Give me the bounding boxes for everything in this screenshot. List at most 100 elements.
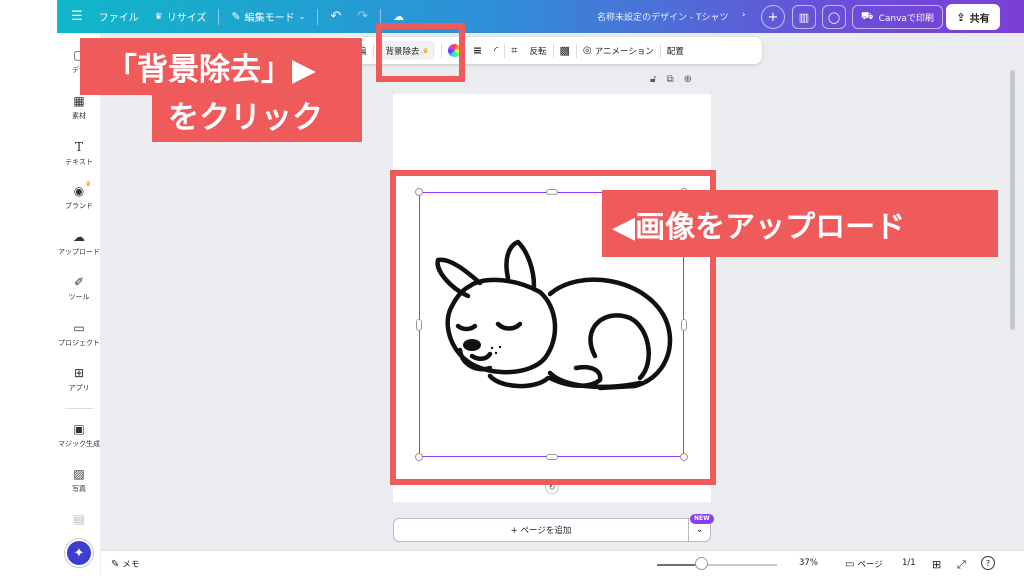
position-label: 配置 [666,46,684,57]
grid-view-button[interactable]: ⊞ [932,558,941,571]
cloud-check-icon: ☁ [393,10,405,23]
insights-button[interactable]: ▥ [792,5,816,29]
sparkle-icon: ✦ [73,545,85,561]
sidebar-item-label: マジック生成 [58,440,100,448]
redo-button[interactable]: ↷ [349,0,376,33]
page-controls: 🔓︎ ⧉ ⊕ [650,74,692,85]
corner-rounding-button[interactable]: ◜ [488,37,504,64]
chevron-down-icon: ⌄ [298,12,306,21]
magic-assistant-button[interactable]: ✦ [65,539,93,567]
position-button[interactable]: 配置 [661,37,690,64]
page-count-label: 1/1 [902,558,916,568]
lock-icon[interactable]: 🔓︎ [650,74,656,85]
help-icon: ? [985,558,991,568]
zoom-slider[interactable] [657,564,777,566]
share-icon: ⇪ [956,10,966,24]
share-label: 共有 [969,13,990,25]
undo-button[interactable]: ↶ [322,0,349,33]
menu-button[interactable]: ☰ [57,0,91,33]
magic-media-icon: ▣ [73,422,85,436]
bar-chart-icon: ▥ [798,10,810,24]
border-lines-icon: ≡ [472,44,483,57]
crop-icon: ⌗ [511,43,518,57]
top-bar: ☰ ファイル ♛ リサイズ ✎ 編集モード ⌄ ↶ ↷ ☁ 名称未設定のデザイン… [57,0,1024,33]
zoom-slider-knob[interactable] [695,557,709,570]
chevron-down-icon: ⌄ [695,525,704,535]
sidebar-item-uploads[interactable]: ☁ アップロード [57,230,101,257]
sidebar-divider [65,408,93,409]
add-page-icon[interactable]: ⊕ [684,74,692,85]
undo-icon: ↶ [330,9,342,24]
hamburger-icon: ☰ [71,9,83,24]
sidebar-item-projects[interactable]: ▭ プロジェクト [57,321,101,348]
help-button[interactable]: ? [981,556,995,570]
add-page-label: + ページを追加 [510,526,572,536]
duplicate-page-icon[interactable]: ⧉ [666,74,673,85]
upload-icon: ☁ [73,230,85,244]
file-menu-label: ファイル [98,13,139,24]
callout-upload-text: ◀画像をアップロード [612,209,906,245]
crown-icon: ♛ [85,180,92,188]
sidebar-item-elements[interactable]: ▦ 素材 [57,94,101,121]
notes-label: メモ [122,560,140,570]
edit-mode-label: 編集モード [244,13,295,24]
vertical-scrollbar[interactable] [1010,70,1015,330]
sidebar-item-tools[interactable]: ✐ ツール [57,275,101,302]
border-style-button[interactable]: ≡ [467,37,488,64]
sidebar-item-magic-media[interactable]: ▣ マジック生成 [57,422,101,449]
pages-button[interactable]: ▭ ページ [845,558,883,571]
document-title[interactable]: 名称未設定のデザイン - Tシャツ [597,10,728,23]
left-margin [0,0,57,576]
more-icon: ▤ [73,512,85,526]
pages-label: ページ [857,560,883,570]
redo-icon: ↷ [357,9,369,24]
print-button[interactable]: ⛟ Canvaで印刷 [852,5,943,29]
notes-button[interactable]: ✎ メモ [111,558,140,571]
zoom-level-label: 37% [799,558,818,568]
add-page-button[interactable]: + ページを追加 [393,518,689,542]
pen-icon: ✐ [73,275,85,289]
animation-icon: ◎ [582,45,592,56]
animate-button[interactable]: ◎ アニメーション [577,37,660,64]
zoom-level[interactable]: 37% [799,558,818,568]
page-count: 1/1 [902,558,916,568]
elements-icon: ▦ [73,94,85,108]
callout-upload: ◀画像をアップロード [602,190,998,257]
notes-icon: ✎ [111,558,120,570]
fullscreen-button[interactable]: ⤢ [957,558,966,572]
share-button[interactable]: ⇪ 共有 [946,4,1000,30]
corner-icon: ◜ [494,44,499,57]
truck-icon: ⛟ [861,10,874,22]
sidebar-item-photos[interactable]: ▨ 写真 [57,467,101,494]
sidebar-item-brand[interactable]: ◉ ブランド [57,184,101,211]
sidebar-item-text[interactable]: T テキスト [57,140,101,167]
file-menu[interactable]: ファイル [91,0,147,33]
sidebar-item-label: ブランド [65,202,93,210]
crop-button[interactable]: ⌗ [505,37,523,64]
comment-icon: ◯ [827,10,841,24]
add-collaborator-button[interactable]: + [761,5,785,29]
print-label: Canvaで印刷 [878,13,934,24]
highlight-bg-remove [376,23,465,82]
pencil-icon: ✎ [231,10,241,23]
comments-button[interactable]: ◯ [822,5,846,29]
transparency-button[interactable]: ▩ [554,37,576,64]
callout-bg-remove-text: 「背景除去」▶ [106,52,316,88]
sidebar-item-more[interactable]: ▤ [57,512,101,529]
photo-icon: ▨ [73,467,85,481]
brand-icon: ◉ [73,184,85,198]
folder-icon: ▭ [73,321,85,335]
flip-button[interactable]: 反転 [524,37,553,64]
sidebar-item-label: アップロード [58,248,100,256]
plus-icon: + [767,9,779,25]
edit-mode-menu[interactable]: ✎ 編集モード ⌄ [223,0,313,33]
sidebar-item-label: 写真 [72,485,86,493]
checkerboard-icon: ▩ [559,44,570,57]
sidebar-item-apps[interactable]: ⊞ アプリ [57,366,101,393]
crown-icon: ♛ [154,11,163,22]
pages-icon: ▭ [845,558,855,570]
animation-label: アニメーション [594,46,654,57]
resize-menu[interactable]: ♛ リサイズ [147,0,215,33]
sidebar-item-label: テキスト [65,158,93,166]
divider [218,8,220,25]
